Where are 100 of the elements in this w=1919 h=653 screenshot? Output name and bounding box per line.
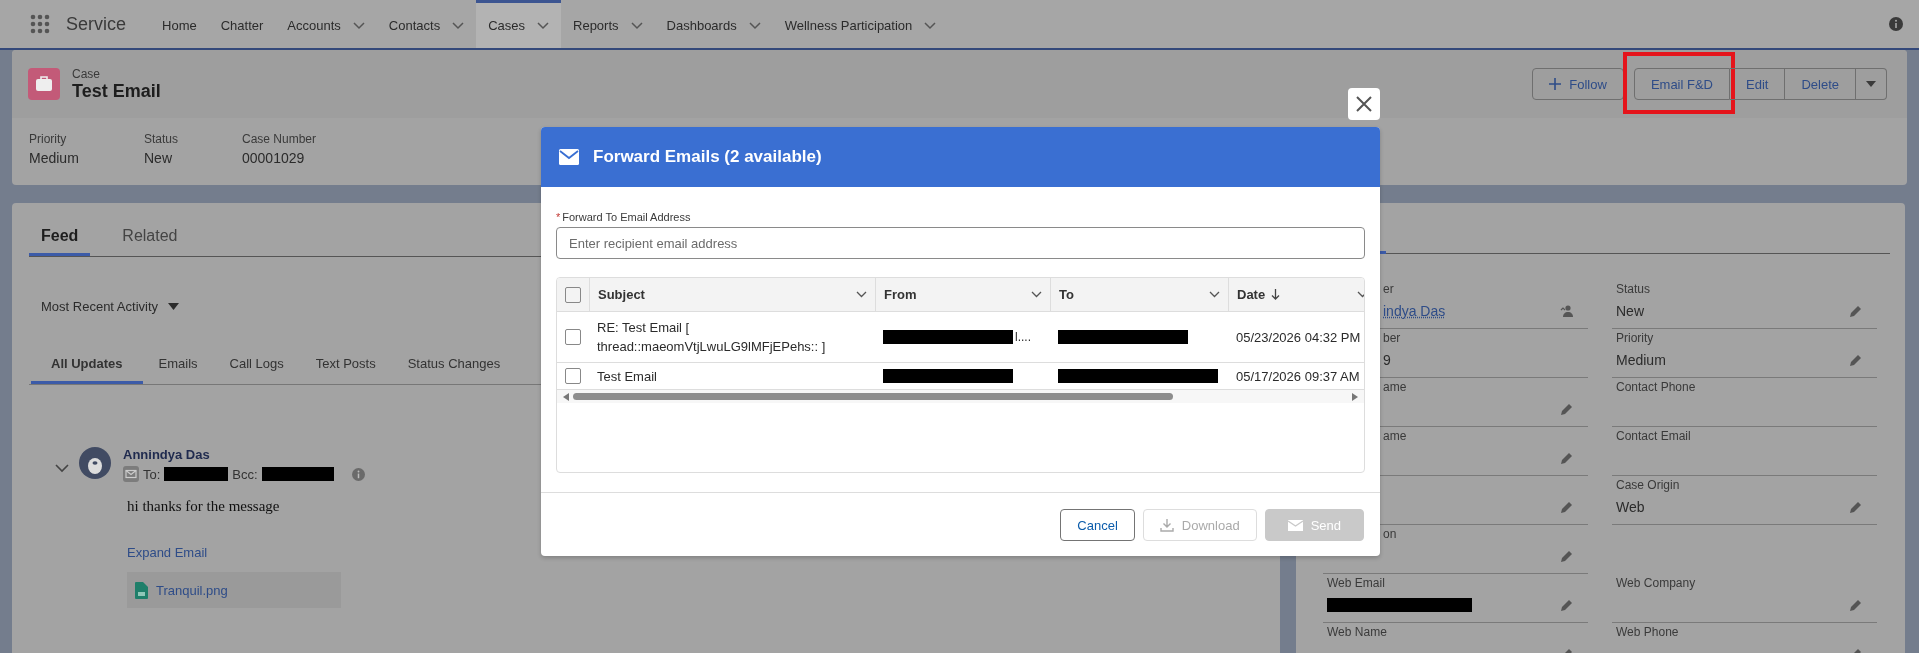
field-label: ame <box>1383 380 1408 394</box>
download-icon <box>1159 518 1174 532</box>
caret-down-icon <box>1866 81 1876 87</box>
nav-tab[interactable]: Chatter <box>208 0 276 48</box>
column-header[interactable]: Subject <box>589 278 875 311</box>
nav-tab[interactable]: Accounts <box>275 0 377 48</box>
field-label: er <box>1383 282 1395 296</box>
pencil-icon[interactable] <box>1849 304 1863 318</box>
panel-tab[interactable]: Related <box>110 219 190 256</box>
field-value: New <box>144 150 173 166</box>
nav-tab[interactable]: Cases <box>476 0 561 48</box>
nav-tab[interactable]: Contacts <box>376 0 477 48</box>
panel-tab[interactable]: Feed <box>29 219 91 256</box>
author-name[interactable]: Annindya Das <box>123 447 210 462</box>
action-button[interactable]: Email F&D <box>1633 68 1730 100</box>
pencil-icon[interactable] <box>1560 451 1574 465</box>
caret-down-icon <box>168 303 180 310</box>
field-label: Case Origin <box>1616 478 1681 492</box>
field-label: Case Number <box>242 132 317 146</box>
nav-tab[interactable]: Dashboards <box>654 0 773 48</box>
nav-tab[interactable]: Reports <box>561 0 655 48</box>
app-launcher-icon[interactable] <box>30 14 50 34</box>
filter-tab[interactable]: All Updates <box>31 356 143 384</box>
record-type: Case <box>72 66 101 81</box>
app-name: Service <box>66 13 127 35</box>
field-value: 9 <box>1383 352 1391 368</box>
pencil-icon[interactable] <box>1849 598 1863 612</box>
field-value: Web <box>1616 499 1645 515</box>
checkbox[interactable] <box>565 329 581 345</box>
filter-tab[interactable]: Call Logs <box>213 356 300 384</box>
nav-tab[interactable]: Home <box>150 0 209 48</box>
cancel-button[interactable]: Cancel <box>1060 509 1135 541</box>
info-icon[interactable] <box>351 467 365 481</box>
more-actions-button[interactable] <box>1856 68 1887 100</box>
required-asterisk: * <box>556 211 561 223</box>
image-file-icon <box>135 581 148 599</box>
filter-tab[interactable]: Text Posts <box>299 356 392 384</box>
pencil-icon[interactable] <box>1849 353 1863 367</box>
column-header[interactable]: From <box>875 278 1050 311</box>
scroll-left-icon[interactable] <box>563 392 569 401</box>
chevron-down-icon[interactable] <box>55 464 69 473</box>
attachment-card[interactable]: Tranquil.png <box>127 572 341 608</box>
pencil-icon[interactable] <box>1560 500 1574 514</box>
close-button[interactable] <box>1348 88 1380 120</box>
chevron-down-icon <box>856 291 867 298</box>
redaction-bar <box>164 467 229 481</box>
field-label: Status <box>1616 282 1652 296</box>
column-header[interactable]: Date <box>1228 278 1364 311</box>
table-cell-text: Test Email <box>597 367 657 386</box>
field-value: Medium <box>1616 352 1666 368</box>
field-value: 00001029 <box>242 150 306 166</box>
scroll-right-icon[interactable] <box>1352 392 1358 401</box>
pencil-icon[interactable] <box>1560 598 1574 612</box>
horizontal-scrollbar[interactable] <box>557 390 1364 403</box>
field-label: Web Company <box>1616 576 1697 590</box>
close-icon <box>1356 96 1372 112</box>
pencil-icon[interactable] <box>1849 500 1863 514</box>
field-label: Priority <box>29 132 68 146</box>
bcc-label: Bcc: <box>232 466 258 482</box>
envelope-icon <box>123 466 139 482</box>
nav-tab[interactable]: Wellness Participation <box>772 0 949 48</box>
checkbox[interactable] <box>565 368 581 384</box>
expand-email-link[interactable]: Expand Email <box>127 545 208 560</box>
info-icon[interactable] <box>1889 17 1903 31</box>
plus-icon <box>1549 78 1562 90</box>
pencil-icon[interactable] <box>1560 402 1574 416</box>
table-cell: l.... <box>1015 330 1031 344</box>
field-label: Web Email <box>1327 576 1386 590</box>
field-label: Status <box>144 132 180 146</box>
email-body: hi thanks for the message <box>127 498 280 515</box>
filter-tab[interactable]: Emails <box>142 356 214 384</box>
table-cell: 05/23/2026 04:32 PM <box>1236 329 1361 345</box>
sort-dropdown[interactable]: Most Recent Activity <box>41 299 180 314</box>
field-label: ame <box>1383 429 1408 443</box>
field-label: Web Name <box>1327 625 1388 639</box>
field-label: Contact Phone <box>1616 380 1697 394</box>
action-button[interactable]: Delete <box>1785 68 1856 100</box>
chevron-down-icon <box>1209 291 1220 298</box>
email-input[interactable]: Enter recipient email address <box>556 227 1365 259</box>
avatar-icon <box>79 447 111 479</box>
person-swap-icon[interactable] <box>1560 304 1574 318</box>
pencil-icon[interactable] <box>1560 549 1574 563</box>
column-header[interactable]: To <box>1050 278 1228 311</box>
field-label: Web Phone <box>1616 625 1680 639</box>
chevron-down-icon <box>1031 291 1042 298</box>
envelope-icon <box>559 149 579 165</box>
table-cell: 05/17/2026 09:37 AM <box>1236 368 1360 384</box>
envelope-icon <box>1287 519 1303 531</box>
dialog-title: Forward Emails (2 available) <box>593 147 822 167</box>
checkbox[interactable] <box>565 286 581 303</box>
action-button[interactable]: Edit <box>1730 68 1786 100</box>
owner-link[interactable]: indya Das <box>1383 303 1446 319</box>
field-label: ber <box>1383 331 1402 345</box>
record-title: Test Email <box>72 80 161 102</box>
field-label: * Forward To Email Address <box>556 211 692 223</box>
briefcase-icon <box>28 68 60 100</box>
attachment-name[interactable]: Tranquil.png <box>156 582 228 598</box>
field-label: on <box>1383 527 1398 541</box>
filter-tab[interactable]: Status Changes <box>391 356 517 384</box>
to-label: To: <box>143 466 161 482</box>
